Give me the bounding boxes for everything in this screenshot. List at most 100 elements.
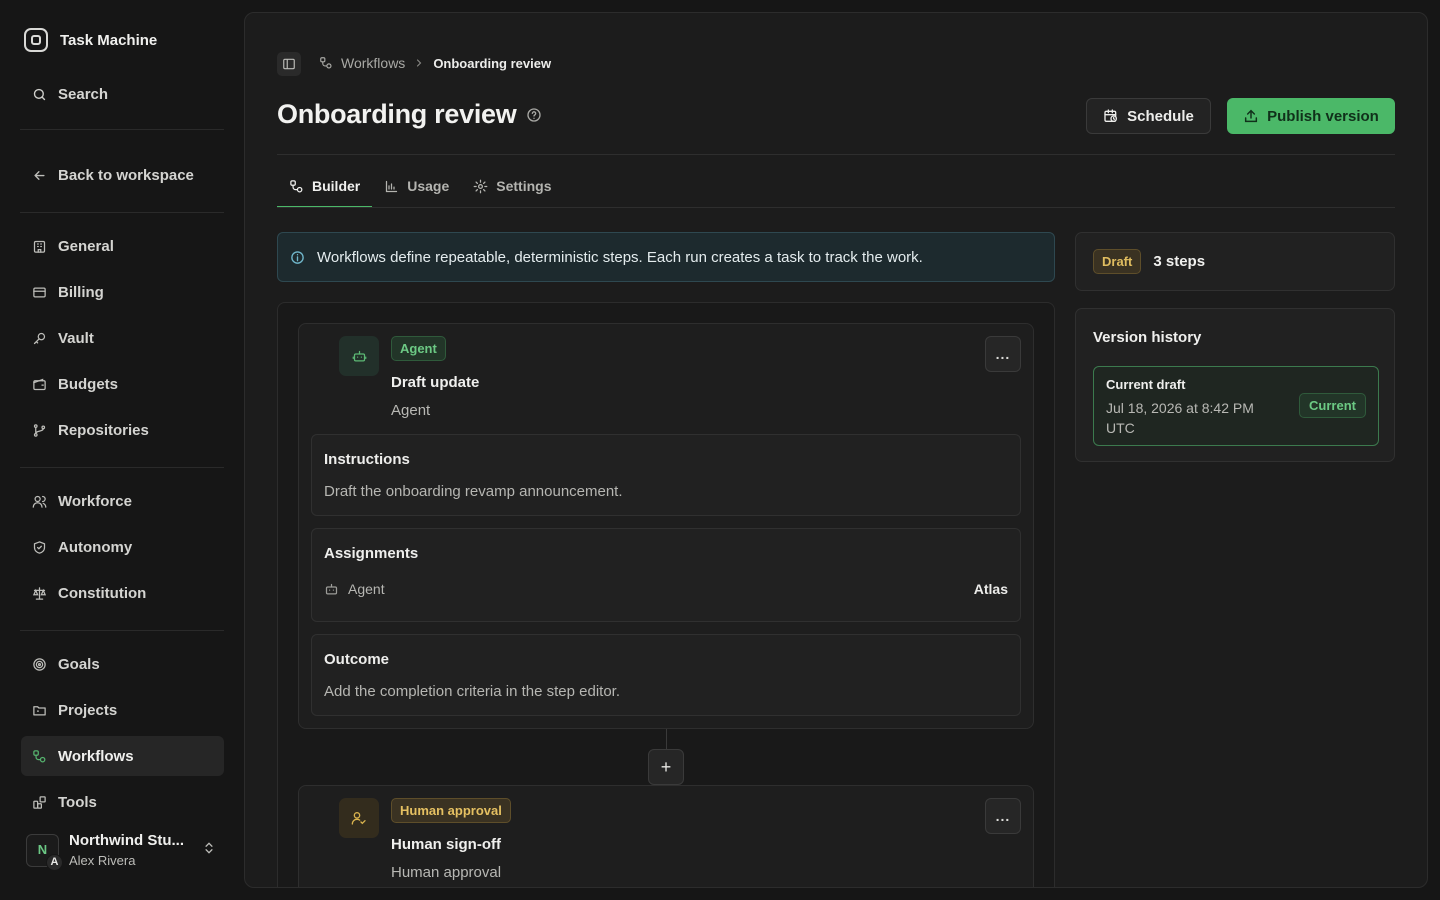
sidebar-item-general[interactable]: General xyxy=(21,226,224,266)
version-item[interactable]: Current draft Jul 18, 2026 at 8:42 PM UT… xyxy=(1093,366,1379,446)
credit-card-icon xyxy=(33,287,46,297)
app-name: Task Machine xyxy=(60,31,158,49)
page-header: Onboarding review xyxy=(277,99,542,130)
sidebar-item-repositories[interactable]: Repositories xyxy=(21,410,224,450)
version-timestamp: Jul 18, 2026 at 8:42 PM UTC xyxy=(1106,400,1254,436)
robot-icon xyxy=(352,350,366,361)
info-banner: Workflows define repeatable, determinist… xyxy=(277,232,1055,282)
scale-icon xyxy=(32,586,47,600)
calendar-clock-icon xyxy=(1104,109,1118,122)
sidebar-item-billing[interactable]: Billing xyxy=(21,272,224,312)
schedule-button[interactable]: Schedule xyxy=(1086,98,1211,134)
step-count: 3 steps xyxy=(1153,253,1206,270)
workflow-icon xyxy=(320,57,332,69)
tab-label: Usage xyxy=(407,178,450,194)
main-panel: Workflows Onboarding review Onboarding r… xyxy=(244,12,1428,888)
publish-version-button[interactable]: Publish version xyxy=(1227,98,1395,134)
sidebar-search-label: Search xyxy=(58,86,109,103)
sidebar-divider xyxy=(20,630,224,631)
sidebar-item-workforce[interactable]: Workforce xyxy=(21,481,224,521)
key-icon xyxy=(33,332,46,344)
sidebar-item-label: Workforce xyxy=(58,492,132,510)
sidebar-item-vault[interactable]: Vault xyxy=(21,318,224,358)
user-avatar: A xyxy=(46,853,63,871)
upload-icon xyxy=(1245,109,1258,123)
gear-icon xyxy=(473,179,488,193)
users-icon xyxy=(32,495,47,508)
schedule-button-label: Schedule xyxy=(1127,107,1194,125)
assignment-row: Agent Atlas xyxy=(324,581,1008,597)
workflow-summary: Draft 3 steps xyxy=(1075,232,1395,291)
assignment-value: Atlas xyxy=(973,581,1008,597)
workflow-icon xyxy=(33,749,46,762)
tabs-divider xyxy=(277,207,1395,208)
breadcrumb: Workflows Onboarding review xyxy=(319,55,551,71)
tab-usage[interactable]: Usage xyxy=(372,165,461,207)
sidebar: Task Machine Search Back to workspace Ge… xyxy=(0,0,244,900)
version-history-heading: Version history xyxy=(1093,329,1202,346)
breadcrumb-current: Onboarding review xyxy=(433,55,552,71)
section-heading: Assignments xyxy=(324,545,419,562)
arrow-left-icon xyxy=(34,170,45,180)
tab-label: Builder xyxy=(312,178,361,194)
section-heading: Outcome xyxy=(324,651,390,668)
step-subtitle: Agent xyxy=(391,402,431,419)
outcome-section[interactable]: Outcome Add the completion criteria in t… xyxy=(311,634,1021,716)
sidebar-item-label: Goals xyxy=(58,655,100,673)
sidebar-item-projects[interactable]: Projects xyxy=(21,690,224,730)
step-title: Human sign-off xyxy=(391,836,501,853)
org-name: Northwind Stu... xyxy=(69,832,184,849)
back-to-workspace-link[interactable]: Back to workspace xyxy=(21,155,224,195)
info-icon xyxy=(291,250,304,264)
sidebar-item-label: Repositories xyxy=(58,421,149,439)
sidebar-item-label: General xyxy=(58,237,114,255)
sidebar-item-autonomy[interactable]: Autonomy xyxy=(21,527,224,567)
sidebar-item-label: Budgets xyxy=(58,375,118,393)
sidebar-item-label: Billing xyxy=(58,283,104,301)
app-brand[interactable]: Task Machine xyxy=(24,28,157,52)
workflow-step-card[interactable]: Human approval Human sign-off Human appr… xyxy=(298,785,1034,887)
sidebar-item-workflows[interactable]: Workflows xyxy=(21,736,224,776)
sidebar-divider xyxy=(20,212,224,213)
sidebar-item-label: Constitution xyxy=(58,584,147,602)
building-icon xyxy=(33,240,46,253)
search-icon xyxy=(33,88,46,101)
sidebar-item-budgets[interactable]: Budgets xyxy=(21,364,224,404)
breadcrumb-workflows-link[interactable]: Workflows xyxy=(341,55,405,71)
step-more-button[interactable]: ... xyxy=(985,336,1021,372)
sidebar-item-constitution[interactable]: Constitution xyxy=(21,573,224,613)
tab-builder[interactable]: Builder xyxy=(277,165,373,208)
robot-icon xyxy=(325,583,338,594)
sidebar-item-tools[interactable]: Tools xyxy=(21,782,224,822)
folder-icon xyxy=(33,705,46,715)
org-switcher[interactable]: N A Northwind Stu... Alex Rivera xyxy=(26,832,222,871)
help-icon[interactable] xyxy=(526,107,542,123)
sidebar-toggle-icon xyxy=(283,58,295,70)
git-branch-icon xyxy=(33,423,46,437)
sidebar-item-goals[interactable]: Goals xyxy=(21,644,224,684)
section-heading: Instructions xyxy=(324,451,410,468)
assignments-section[interactable]: Assignments Agent Atlas xyxy=(311,528,1021,622)
tab-bar: Builder Usage Settings xyxy=(277,165,564,208)
toggle-sidebar-button[interactable] xyxy=(277,52,301,76)
sidebar-item-label: Autonomy xyxy=(58,538,133,556)
app-logo-icon xyxy=(24,28,48,52)
sidebar-divider xyxy=(20,129,224,130)
tab-settings[interactable]: Settings xyxy=(461,165,563,207)
assignment-role: Agent xyxy=(348,581,385,597)
step-type-badge: Human approval xyxy=(391,798,511,823)
wallet-icon xyxy=(33,378,46,390)
step-title: Draft update xyxy=(391,374,480,391)
instructions-text: Draft the onboarding revamp announcement… xyxy=(324,483,623,500)
chevron-right-icon xyxy=(417,59,422,67)
add-step-button[interactable]: + xyxy=(648,749,684,785)
info-banner-text: Workflows define repeatable, determinist… xyxy=(317,248,923,266)
shield-icon xyxy=(33,540,46,554)
workflow-icon xyxy=(290,179,303,192)
publish-button-label: Publish version xyxy=(1267,107,1379,125)
instructions-section[interactable]: Instructions Draft the onboarding revamp… xyxy=(311,434,1021,516)
org-avatar: N A xyxy=(26,833,63,871)
workflow-step-card[interactable]: Agent Draft update Agent ... Instruction… xyxy=(298,323,1034,729)
step-more-button[interactable]: ... xyxy=(985,798,1021,834)
sidebar-search[interactable]: Search xyxy=(32,86,108,103)
